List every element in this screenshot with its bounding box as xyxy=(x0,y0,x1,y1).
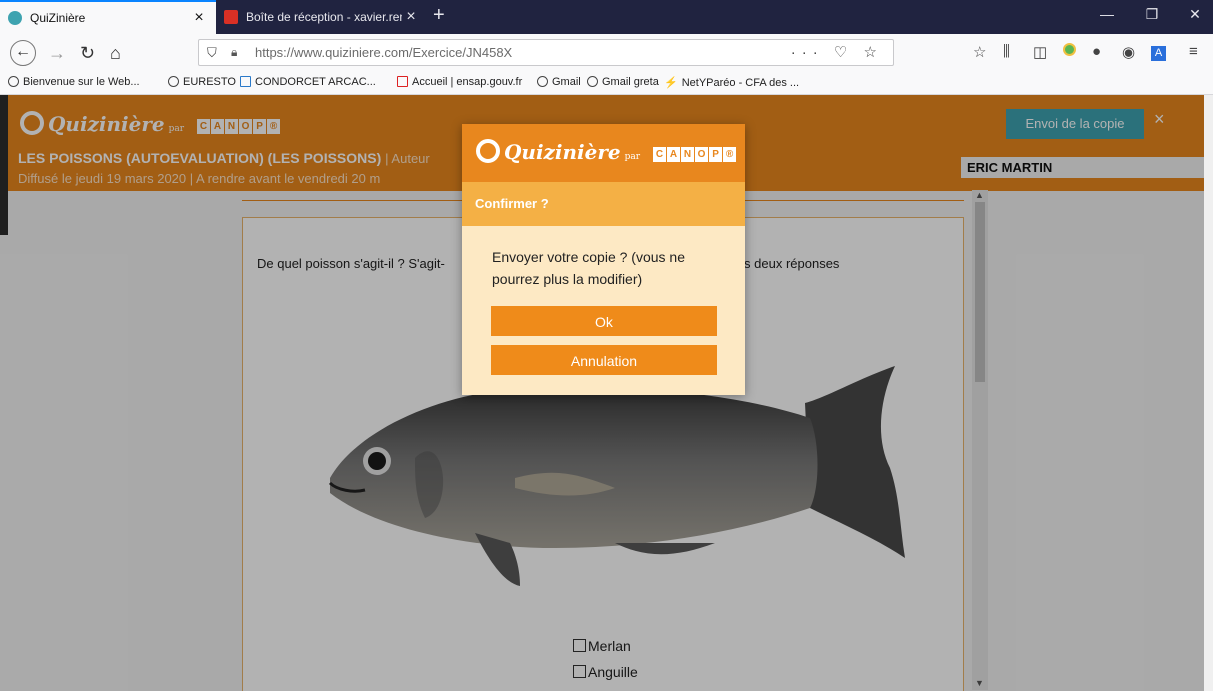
reload-icon[interactable]: ↻ xyxy=(80,42,95,64)
forward-arrow-icon[interactable]: → xyxy=(48,42,66,64)
translate-icon[interactable]: A xyxy=(1151,43,1166,61)
tab-bar: QuiZinière × Boîte de réception - xavier… xyxy=(0,0,1213,34)
bookmark-item[interactable]: Gmail xyxy=(537,76,581,88)
url-bar[interactable]: ⛉ 🔒︎ https://www.quiziniere.com/Exercice… xyxy=(198,39,894,66)
close-window-button[interactable]: ✕ xyxy=(1180,6,1210,23)
dialog-message: Envoyer votre copie ? (vous ne pourrez p… xyxy=(492,249,685,287)
page-icon xyxy=(240,76,251,87)
globe-icon xyxy=(8,76,19,87)
dialog-header: Quizinière par C A N O P ® xyxy=(462,124,745,182)
extension-paw-icon[interactable]: ● xyxy=(1092,43,1101,60)
restore-button[interactable]: ❐ xyxy=(1137,6,1167,23)
bookmark-item[interactable]: EURESTO xyxy=(168,76,236,88)
bookmark-item[interactable]: Gmail greta xyxy=(587,76,659,88)
tab-close-icon[interactable]: × xyxy=(190,9,208,27)
bookmark-item[interactable]: Bienvenue sur le Web... xyxy=(8,76,140,88)
cancel-button[interactable]: Annulation xyxy=(491,345,717,375)
tab-quiziniere[interactable]: QuiZinière × xyxy=(0,0,216,34)
globe-icon xyxy=(587,76,598,87)
gmail-favicon-icon xyxy=(224,10,238,24)
bookmarks-bar: Bienvenue sur le Web... EURESTO CONDORCE… xyxy=(0,72,1213,95)
menu-icon[interactable]: ≡ xyxy=(1189,43,1198,60)
extension-globe-icon[interactable] xyxy=(1063,43,1076,60)
nav-bar: ← → ↻ ⌂ ⛉ 🔒︎ https://www.quiziniere.com/… xyxy=(0,34,1213,72)
minimize-button[interactable]: — xyxy=(1092,6,1122,22)
back-arrow-icon[interactable]: ← xyxy=(10,40,36,66)
confirm-dialog: Quizinière par C A N O P ® Confirmer ? Envoyer… xyxy=(462,124,745,395)
page-actions-icon[interactable]: ··· ♡ ☆ xyxy=(791,43,883,61)
quiziniere-favicon-icon xyxy=(8,11,22,25)
tab-title: QuiZinière xyxy=(30,11,86,25)
canope-logo: C A N O P ® xyxy=(653,147,737,162)
globe-icon xyxy=(168,76,179,87)
dialog-title: Confirmer ? xyxy=(462,182,745,226)
reading-list-icon[interactable]: ☆ xyxy=(973,43,986,61)
quiziniere-q-icon xyxy=(476,139,500,163)
library-icon[interactable]: ⫼ xyxy=(1003,43,1010,60)
new-tab-button[interactable]: + xyxy=(433,4,445,27)
home-icon[interactable]: ⌂ xyxy=(110,42,121,64)
bookmark-item[interactable]: CONDORCET ARCAC... xyxy=(240,76,376,88)
shield-icon[interactable]: ⛉ xyxy=(207,45,217,61)
account-icon[interactable]: ◉ xyxy=(1122,43,1135,61)
tab-title: Boîte de réception - xavier.rena xyxy=(246,10,402,24)
lock-icon[interactable]: 🔒︎ xyxy=(231,45,237,60)
ok-button[interactable]: Ok xyxy=(491,306,717,336)
bookmark-item[interactable]: Accueil | ensap.gouv.fr xyxy=(397,76,522,88)
globe-icon xyxy=(537,76,548,87)
tab-close-icon[interactable]: × xyxy=(402,8,420,26)
url-text[interactable]: https://www.quiziniere.com/Exercice/JN45… xyxy=(255,45,512,60)
page-scrollbar[interactable] xyxy=(1204,95,1213,691)
ensap-icon xyxy=(397,76,408,87)
netypareo-icon: ⚡ xyxy=(664,77,678,89)
tab-gmail[interactable]: Boîte de réception - xavier.rena × xyxy=(216,0,428,34)
sidebar-icon[interactable]: ◫ xyxy=(1033,43,1047,61)
bookmark-item[interactable]: ⚡ NetYParéo - CFA des ... xyxy=(664,76,799,89)
quiziniere-logo: Quizinière par C A N O P ® xyxy=(476,139,737,164)
